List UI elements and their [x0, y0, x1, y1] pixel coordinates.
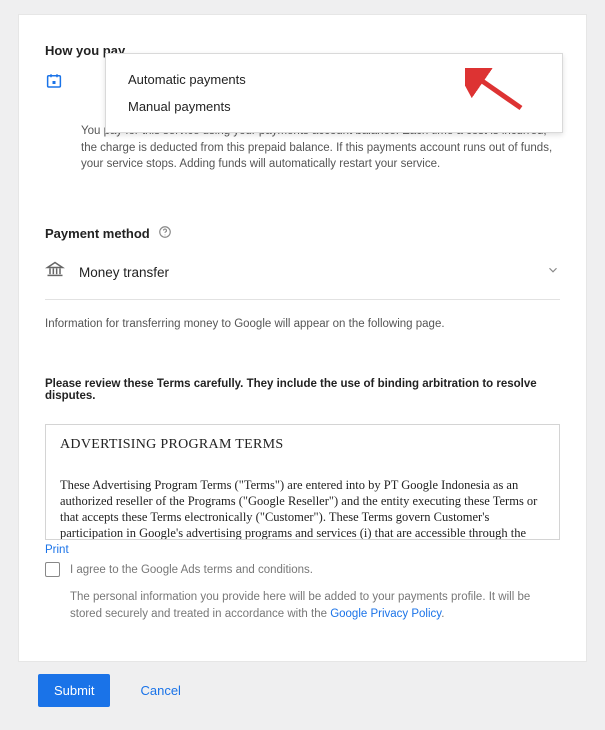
- dropdown-option-automatic[interactable]: Automatic payments: [128, 66, 540, 93]
- privacy-note-suffix: .: [441, 608, 444, 620]
- bank-icon: [45, 260, 65, 285]
- calendar-icon: [45, 72, 63, 95]
- payment-method-selected-label: Money transfer: [79, 265, 169, 280]
- cancel-button[interactable]: Cancel: [124, 674, 196, 707]
- payment-method-hint: Information for transferring money to Go…: [45, 318, 560, 330]
- terms-body: These Advertising Program Terms ("Terms"…: [60, 477, 545, 540]
- privacy-policy-link[interactable]: Google Privacy Policy: [330, 608, 441, 620]
- payment-method-select[interactable]: Money transfer: [45, 256, 560, 300]
- agree-label: I agree to the Google Ads terms and cond…: [70, 564, 313, 576]
- help-icon[interactable]: [158, 225, 172, 242]
- chevron-down-icon: [546, 263, 560, 282]
- submit-button[interactable]: Submit: [38, 674, 110, 707]
- terms-box[interactable]: ADVERTISING PROGRAM TERMS These Advertis…: [45, 424, 560, 540]
- dropdown-option-manual[interactable]: Manual payments: [128, 93, 540, 120]
- payment-method-heading: Payment method: [45, 226, 150, 241]
- privacy-note: The personal information you provide her…: [70, 589, 560, 622]
- privacy-note-prefix: The personal information you provide her…: [70, 591, 530, 620]
- print-link[interactable]: Print: [45, 544, 69, 556]
- payment-type-dropdown: Automatic payments Manual payments: [105, 53, 563, 133]
- agree-checkbox[interactable]: [45, 562, 60, 577]
- terms-notice: Please review these Terms carefully. The…: [45, 378, 560, 402]
- terms-title: ADVERTISING PROGRAM TERMS: [60, 437, 545, 453]
